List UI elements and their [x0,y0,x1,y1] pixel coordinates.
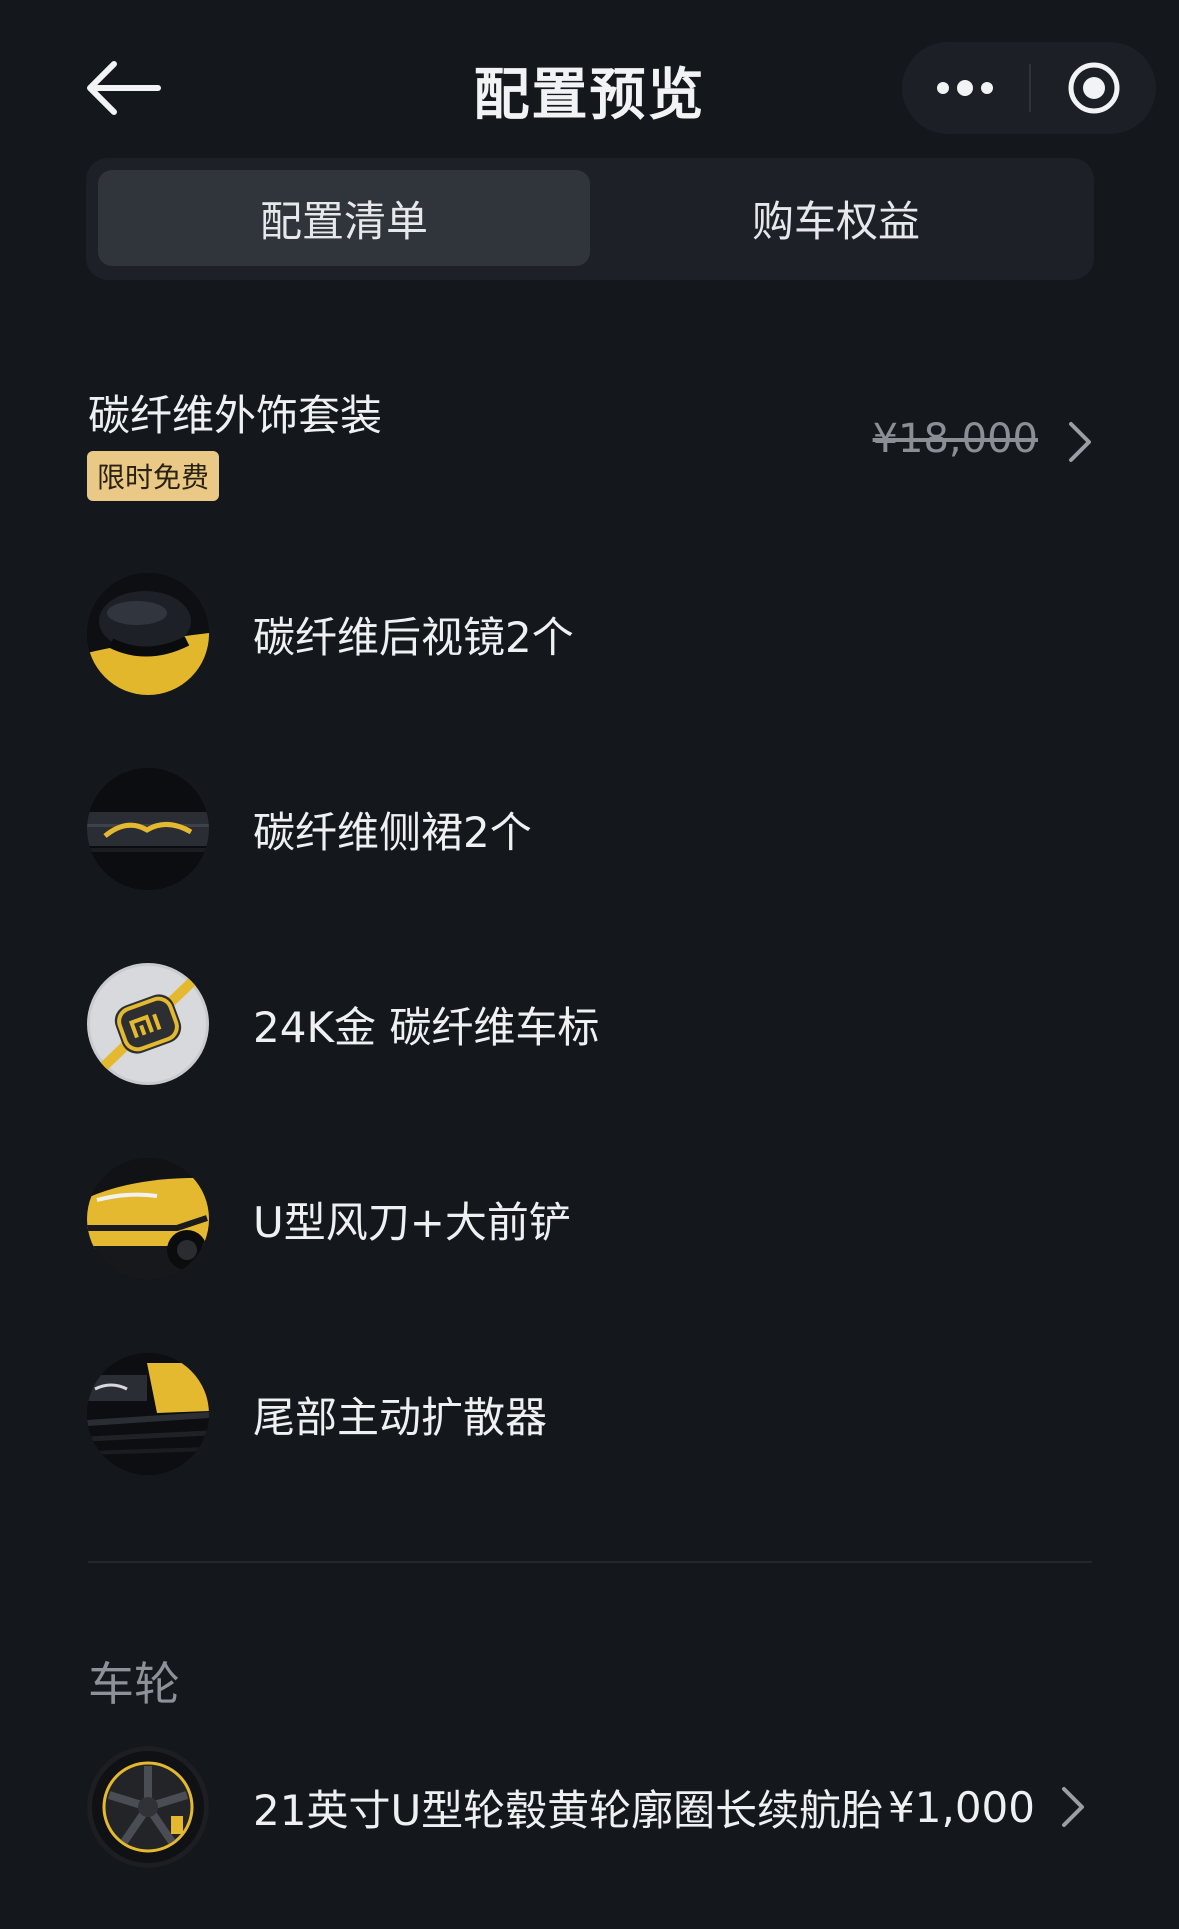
tab-purchase-benefits[interactable]: 购车权益 [590,170,1082,266]
front-bumper-thumbnail [87,1158,209,1280]
list-item: 尾部主动扩散器 [87,1353,1097,1475]
item-label: U型风刀+大前铲 [253,1197,571,1247]
list-item: 碳纤维后视镜2个 [87,573,1097,695]
badge-thumbnail [87,963,209,1085]
item-label: 碳纤维后视镜2个 [253,612,574,662]
more-dots-icon [937,80,993,96]
section-title-wheels: 车轮 [88,1657,180,1711]
tab-bar: 配置清单 购车权益 [86,158,1094,280]
item-label: 24K金 碳纤维车标 [253,1002,600,1052]
chevron-right-icon[interactable] [1066,420,1094,464]
tab-config-list[interactable]: 配置清单 [98,170,590,266]
config-preview-screen: 配置预览 配置清单 购车权益 碳纤维外饰套装 限时免费 ¥18,000 碳纤维后… [0,0,1179,1929]
chevron-right-icon[interactable] [1059,1785,1087,1829]
record-circle-icon [1068,62,1119,114]
wheel-option-row[interactable]: 21英寸U型轮毂黄轮廓圈长续航胎 ¥1,000 [87,1746,1097,1868]
wheel-price: ¥1,000 [888,1782,1035,1832]
side-skirt-thumbnail [87,768,209,890]
list-item: 碳纤维侧裙2个 [87,768,1097,890]
package-title[interactable]: 碳纤维外饰套装 [88,382,382,443]
header: 配置预览 [0,0,1179,170]
free-badge: 限时免费 [87,451,220,501]
list-item: U型风刀+大前铲 [87,1158,1097,1280]
list-item: 24K金 碳纤维车标 [87,963,1097,1085]
original-price: ¥18,000 [872,416,1038,462]
item-label: 碳纤维侧裙2个 [253,807,532,857]
wheel-label: 21英寸U型轮毂黄轮廓圈长续航胎 [253,1785,884,1835]
item-label: 尾部主动扩散器 [253,1392,548,1442]
more-button[interactable] [902,42,1028,134]
close-miniprogram-button[interactable] [1031,42,1156,134]
rear-diffuser-thumbnail [87,1353,209,1475]
mini-program-capsule [902,42,1156,134]
wheel-thumbnail [87,1746,209,1868]
section-divider [88,1561,1092,1563]
mirror-thumbnail [87,573,209,695]
